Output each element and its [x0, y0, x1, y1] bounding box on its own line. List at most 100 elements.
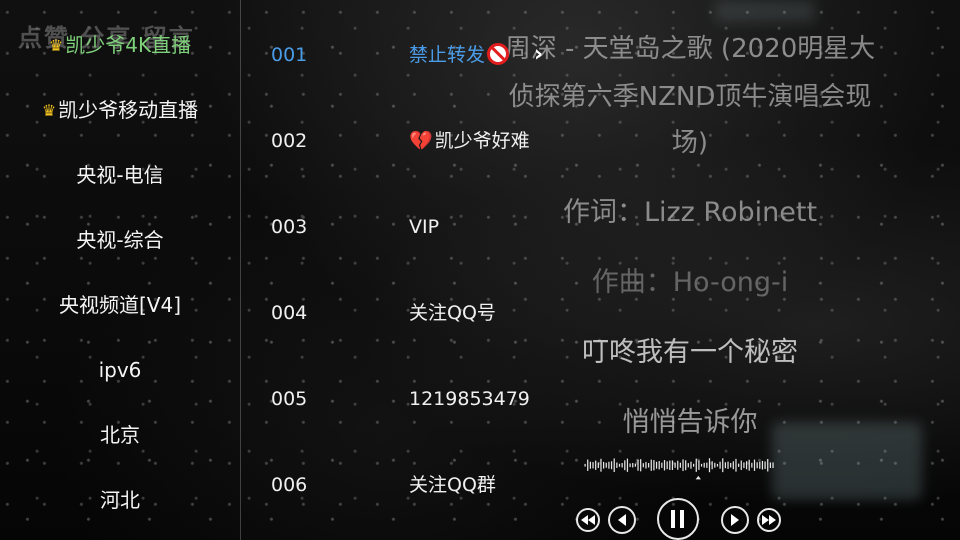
channel-name: 关注QQ群: [409, 474, 496, 496]
waveform-bar: [738, 463, 740, 467]
audio-waveform: [584, 458, 774, 480]
waveform-bar: [634, 463, 636, 467]
waveform-bar: [703, 462, 705, 468]
waveform-bar: [690, 461, 692, 469]
waveform-bar: [716, 463, 719, 467]
waveform-bar: [653, 460, 655, 471]
sidebar-item-label: 凯少爷4K直播: [65, 33, 192, 57]
sidebar-item-label: 央视-综合: [76, 228, 164, 252]
sidebar-item-beijing[interactable]: 北京: [0, 415, 240, 455]
chevron-right-icon: ›: [534, 42, 544, 67]
channel-number: 005: [271, 388, 308, 410]
waveform-bar: [756, 462, 758, 469]
background-blur-top: [715, 0, 815, 22]
channel-name: 关注QQ号: [409, 302, 496, 324]
waveform-bar: [687, 463, 689, 468]
waveform-bar: [724, 462, 726, 469]
sidebar-item-cctv-telecom[interactable]: 央视-电信: [0, 155, 240, 195]
rewind-icon: [581, 515, 595, 525]
group-sidebar: ♛ 凯少爷4K直播 ♛ 凯少爷移动直播 央视-电信 央视-综合 央视频道[V4] i…: [0, 0, 241, 540]
waveform-bar: [772, 462, 774, 469]
channel-number: 002: [271, 130, 308, 152]
waveform-bar: [616, 462, 618, 468]
waveform-bar: [719, 461, 721, 469]
waveform-bar: [740, 460, 742, 470]
waveform-bar: [735, 458, 737, 472]
waveform-bar: [666, 461, 668, 470]
lyric-line: 叮咚我有一个秘密: [582, 337, 798, 368]
channel-number: 004: [271, 302, 308, 324]
waveform-bar: [711, 461, 713, 470]
waveform-bar: [764, 461, 766, 470]
lyric-line: 侦探第六季NZND顶牛演唱会现: [508, 82, 872, 112]
waveform-bar: [661, 462, 663, 468]
sidebar-item-hebei[interactable]: 河北: [0, 480, 240, 520]
sidebar-item-kaishaoye-4k[interactable]: ♛ 凯少爷4K直播: [0, 25, 240, 65]
broken-heart-icon: 💔: [409, 130, 433, 152]
waveform-bar: [597, 462, 599, 468]
waveform-bar: [669, 460, 671, 470]
waveform-bar: [642, 463, 644, 468]
channel-name-text: 禁止转发: [409, 44, 486, 66]
waveform-bar: [655, 461, 658, 469]
waveform-bar: [714, 462, 716, 468]
fast-forward-icon: [762, 515, 776, 525]
waveform-bar: [613, 458, 615, 473]
rewind-button[interactable]: [576, 508, 600, 532]
channel-number: 003: [271, 216, 308, 238]
waveform-bar: [632, 463, 634, 468]
waveform-bar: [650, 459, 652, 471]
waveform-bar: [610, 461, 613, 470]
waveform-bar: [608, 461, 610, 469]
waveform-bar: [589, 461, 591, 469]
waveform-bar: [706, 462, 708, 468]
waveform-bar: [722, 458, 724, 473]
waveform-bar: [732, 461, 734, 470]
sidebar-item-label: 凯少爷移动直播: [58, 98, 199, 122]
waveform-bar: [727, 461, 729, 469]
sidebar-item-label: ipv6: [98, 358, 142, 382]
pause-icon: [671, 510, 684, 528]
waveform-bar: [682, 459, 684, 472]
waveform-bar: [685, 460, 687, 471]
channel-row-004[interactable]: 004 关注QQ号: [240, 293, 780, 333]
waveform-bar: [679, 462, 681, 468]
waveform-bar: [621, 463, 623, 468]
waveform-bar: [592, 462, 594, 469]
sidebar-item-cctv-general[interactable]: 央视-综合: [0, 220, 240, 260]
waveform-bar: [645, 461, 647, 469]
sidebar-item-cctv-v4[interactable]: 央视频道[V4]: [0, 285, 240, 325]
channel-number: 001: [271, 44, 308, 66]
fast-forward-button[interactable]: [757, 508, 781, 532]
channel-row-005[interactable]: 005 1219853479: [240, 379, 780, 419]
crown-icon: ♛: [41, 101, 57, 120]
pause-button[interactable]: [657, 498, 699, 540]
waveform-bar: [708, 458, 711, 473]
waveform-bar: [637, 459, 639, 471]
waveform-bar: [618, 463, 621, 467]
waveform-bar: [626, 458, 629, 472]
prohibited-icon: [487, 43, 510, 65]
previous-button[interactable]: [608, 506, 636, 534]
channel-row-002[interactable]: 002 💔 凯少爷好难: [240, 121, 780, 161]
crown-icon: ♛: [48, 36, 64, 55]
waveform-bar: [603, 461, 605, 469]
next-icon: [731, 514, 739, 526]
channel-name-text: 凯少爷好难: [434, 130, 530, 152]
sidebar-item-label: 河北: [100, 488, 140, 512]
sidebar-item-kaishaoye-mobile[interactable]: ♛ 凯少爷移动直播: [0, 90, 240, 130]
waveform-bar: [674, 462, 676, 468]
sidebar-item-label: 央视频道[V4]: [58, 293, 181, 317]
next-button[interactable]: [721, 506, 749, 534]
sidebar-item-ipv6[interactable]: ipv6: [0, 350, 240, 390]
waveform-bar: [751, 462, 753, 468]
channel-row-003[interactable]: 003 VIP: [240, 207, 780, 247]
waveform-bar: [761, 460, 764, 470]
waveform-bar: [624, 460, 626, 471]
channel-row-001[interactable]: 001 禁止转发 ›: [240, 35, 780, 75]
waveform-bar: [769, 462, 771, 469]
waveform-bar: [648, 462, 650, 468]
waveform-bar: [663, 459, 666, 471]
channel-name: 禁止转发: [409, 35, 510, 75]
waveform-bar: [600, 458, 602, 472]
